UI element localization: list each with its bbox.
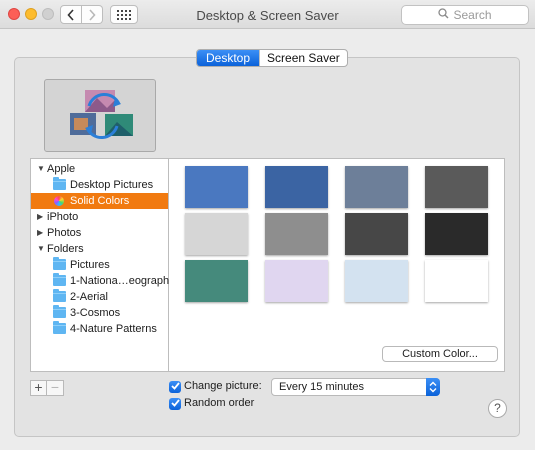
color-swatch[interactable] bbox=[265, 166, 328, 208]
folder-icon bbox=[53, 273, 66, 286]
sidebar-item-cosmos[interactable]: 3-Cosmos bbox=[31, 305, 168, 321]
folder-icon bbox=[53, 177, 66, 190]
title-bar: Desktop & Screen Saver Search bbox=[0, 0, 535, 29]
color-swatch[interactable] bbox=[265, 213, 328, 255]
color-swatch[interactable] bbox=[185, 213, 248, 255]
help-button[interactable]: ? bbox=[488, 399, 507, 418]
remove-folder-button[interactable]: − bbox=[47, 380, 64, 396]
disclosure-closed-icon[interactable]: ▶ bbox=[37, 209, 43, 225]
color-swatch[interactable] bbox=[345, 166, 408, 208]
close-window-button[interactable] bbox=[8, 8, 20, 20]
color-swatch[interactable] bbox=[425, 166, 488, 208]
sidebar-item-folders[interactable]: ▼ Folders bbox=[31, 241, 168, 257]
add-folder-button[interactable]: + bbox=[30, 380, 47, 396]
folder-icon bbox=[53, 257, 66, 270]
folder-icon bbox=[53, 305, 66, 318]
custom-color-button[interactable]: Custom Color... bbox=[382, 346, 498, 362]
search-icon bbox=[438, 8, 449, 22]
color-swatch[interactable] bbox=[345, 213, 408, 255]
disclosure-closed-icon[interactable]: ▶ bbox=[37, 225, 43, 241]
sidebar-item-iphoto[interactable]: ▶ iPhoto bbox=[31, 209, 168, 225]
tab-desktop[interactable]: Desktop bbox=[197, 50, 260, 66]
change-interval-popup[interactable]: Every 15 minutes bbox=[271, 378, 440, 396]
sidebar-item-national-geographic[interactable]: 1-Nationa…eographic bbox=[31, 273, 177, 289]
folder-icon bbox=[53, 289, 66, 302]
change-picture-label: Change picture: bbox=[184, 380, 262, 392]
popup-arrows-icon bbox=[426, 378, 440, 396]
desktop-preview bbox=[44, 79, 156, 152]
back-button[interactable] bbox=[60, 5, 82, 24]
show-all-button[interactable] bbox=[110, 5, 138, 24]
sidebar-item-pictures[interactable]: Pictures bbox=[31, 257, 168, 273]
chevron-right-icon bbox=[88, 8, 96, 21]
color-swatch[interactable] bbox=[185, 260, 248, 302]
sidebar-item-desktop-pictures[interactable]: Desktop Pictures bbox=[31, 177, 168, 193]
grid-icon bbox=[117, 9, 131, 20]
color-swatch[interactable] bbox=[425, 213, 488, 255]
search-field[interactable]: Search bbox=[401, 5, 529, 25]
minimize-window-button[interactable] bbox=[25, 8, 37, 20]
forward-button[interactable] bbox=[82, 5, 103, 24]
checkmark-icon bbox=[170, 398, 180, 410]
disclosure-open-icon[interactable]: ▼ bbox=[37, 161, 45, 177]
checkmark-icon bbox=[170, 381, 180, 393]
sidebar-item-photos[interactable]: ▶ Photos bbox=[31, 225, 168, 241]
change-picture-checkbox[interactable] bbox=[169, 381, 181, 393]
source-list: ▼ Apple Desktop Pictures Solid Colors ▶ … bbox=[30, 158, 177, 372]
disclosure-open-icon[interactable]: ▼ bbox=[37, 241, 45, 257]
color-swatch[interactable] bbox=[265, 260, 328, 302]
color-swatch[interactable] bbox=[425, 260, 488, 302]
sidebar-item-aerial[interactable]: 2-Aerial bbox=[31, 289, 168, 305]
random-order-checkbox[interactable] bbox=[169, 398, 181, 410]
window-title: Desktop & Screen Saver bbox=[196, 8, 339, 23]
color-wheel-icon bbox=[54, 196, 64, 206]
color-swatch[interactable] bbox=[185, 166, 248, 208]
rotating-pictures-icon bbox=[70, 90, 133, 139]
zoom-window-button[interactable] bbox=[42, 8, 54, 20]
tab-bar: Desktop Screen Saver bbox=[196, 49, 348, 67]
sidebar-item-solid-colors[interactable]: Solid Colors bbox=[31, 193, 168, 209]
random-order-label: Random order bbox=[184, 397, 255, 409]
folder-icon bbox=[53, 321, 66, 334]
chevron-left-icon bbox=[67, 8, 75, 21]
tab-screen-saver[interactable]: Screen Saver bbox=[259, 50, 347, 66]
sidebar-item-apple[interactable]: ▼ Apple bbox=[31, 161, 168, 177]
sidebar-item-nature-patterns[interactable]: 4-Nature Patterns bbox=[31, 321, 168, 337]
color-swatch[interactable] bbox=[345, 260, 408, 302]
search-placeholder: Search bbox=[453, 8, 492, 22]
change-interval-value: Every 15 minutes bbox=[279, 381, 364, 393]
